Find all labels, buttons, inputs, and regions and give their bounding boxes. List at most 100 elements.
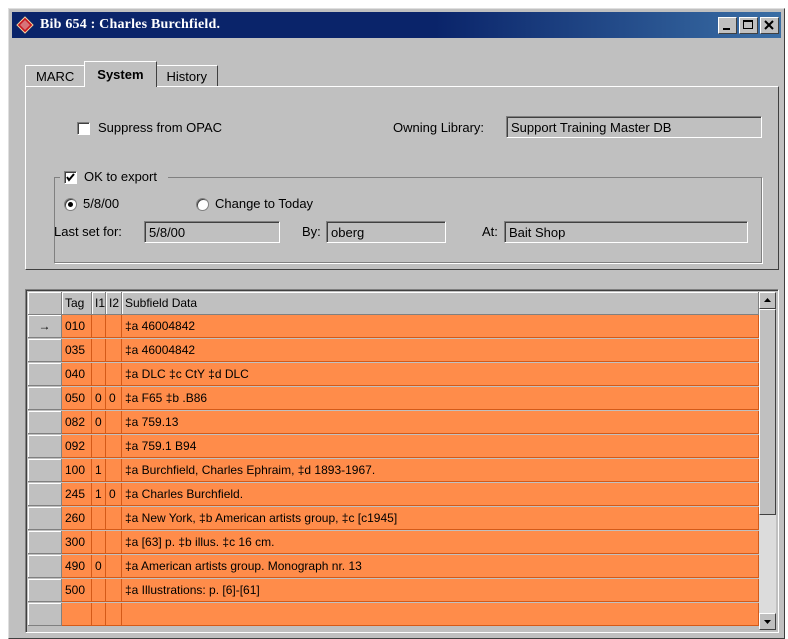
last-set-field[interactable]: 5/8/00 bbox=[144, 221, 280, 243]
title-bar[interactable]: Bib 654 : Charles Burchfield. bbox=[12, 12, 781, 38]
cell-i2[interactable] bbox=[106, 435, 122, 458]
row-indicator[interactable] bbox=[28, 483, 62, 506]
cell-subfield-data[interactable]: ‡a 46004842 bbox=[122, 339, 759, 362]
cell-tag[interactable]: 260 bbox=[62, 507, 92, 530]
cell-tag[interactable]: 082 bbox=[62, 411, 92, 434]
tab-history[interactable]: History bbox=[155, 65, 218, 87]
table-row[interactable]: → 010 ‡a 46004842 bbox=[28, 315, 759, 338]
cell-i1[interactable] bbox=[92, 339, 106, 362]
table-row[interactable]: 245 1 0 ‡a Charles Burchfield. bbox=[28, 483, 759, 506]
red-diamond-icon[interactable] bbox=[16, 16, 34, 34]
row-indicator[interactable] bbox=[28, 459, 62, 482]
cell-subfield-data[interactable]: ‡a 759.1 B94 bbox=[122, 435, 759, 458]
cell-i2[interactable] bbox=[106, 507, 122, 530]
scroll-down-button[interactable] bbox=[759, 613, 776, 630]
marc-grid[interactable]: Tag I1 I2 Subfield Data → 010 ‡a 46004842 0… bbox=[25, 289, 779, 633]
cell-subfield-data[interactable]: ‡a Charles Burchfield. bbox=[122, 483, 759, 506]
cell-tag[interactable]: 300 bbox=[62, 531, 92, 554]
cell-i1[interactable] bbox=[92, 579, 106, 602]
cell-i2[interactable] bbox=[106, 315, 122, 338]
grid-header-i2[interactable]: I2 bbox=[106, 292, 122, 315]
radio-date[interactable] bbox=[64, 198, 77, 211]
cell-i2[interactable] bbox=[106, 339, 122, 362]
scroll-thumb[interactable] bbox=[759, 309, 776, 515]
cell-subfield-data[interactable]: ‡a New York, ‡b American artists group, … bbox=[122, 507, 759, 530]
cell-i2[interactable] bbox=[106, 555, 122, 578]
cell-i1[interactable] bbox=[92, 603, 106, 626]
table-row[interactable]: 082 0 ‡a 759.13 bbox=[28, 411, 759, 434]
row-indicator[interactable] bbox=[28, 339, 62, 362]
table-row[interactable]: 100 1 ‡a Burchfield, Charles Ephraim, ‡d 1… bbox=[28, 459, 759, 482]
table-row[interactable]: 092 ‡a 759.1 B94 bbox=[28, 435, 759, 458]
cell-i2[interactable] bbox=[106, 579, 122, 602]
maximize-button[interactable] bbox=[739, 16, 758, 34]
cell-tag[interactable]: 490 bbox=[62, 555, 92, 578]
by-field[interactable]: oberg bbox=[326, 221, 446, 243]
cell-tag[interactable]: 035 bbox=[62, 339, 92, 362]
row-indicator[interactable] bbox=[28, 555, 62, 578]
cell-tag[interactable]: 010 bbox=[62, 315, 92, 338]
scroll-up-button[interactable] bbox=[759, 292, 776, 309]
cell-subfield-data[interactable]: ‡a Illustrations: p. [6]-[61] bbox=[122, 579, 759, 602]
row-indicator[interactable] bbox=[28, 531, 62, 554]
owning-library-field[interactable]: Support Training Master DB bbox=[506, 116, 762, 138]
table-row[interactable]: 260 ‡a New York, ‡b American artists grou… bbox=[28, 507, 759, 530]
cell-i2[interactable] bbox=[106, 603, 122, 626]
cell-subfield-data[interactable]: ‡a Burchfield, Charles Ephraim, ‡d 1893-… bbox=[122, 459, 759, 482]
cell-i2[interactable] bbox=[106, 411, 122, 434]
cell-i1[interactable]: 0 bbox=[92, 411, 106, 434]
cell-i2[interactable] bbox=[106, 363, 122, 386]
cell-i1[interactable]: 1 bbox=[92, 483, 106, 506]
row-indicator[interactable] bbox=[28, 507, 62, 530]
suppress-opac-checkbox[interactable] bbox=[77, 122, 90, 135]
grid-header-i1[interactable]: I1 bbox=[92, 292, 106, 315]
cell-i1[interactable]: 0 bbox=[92, 555, 106, 578]
table-row[interactable]: 490 0 ‡a American artists group. Monograph… bbox=[28, 555, 759, 578]
close-button[interactable] bbox=[760, 16, 779, 34]
row-indicator[interactable] bbox=[28, 579, 62, 602]
cell-i2[interactable] bbox=[106, 459, 122, 482]
cell-i1[interactable] bbox=[92, 435, 106, 458]
cell-tag[interactable]: 500 bbox=[62, 579, 92, 602]
cell-tag[interactable]: 050 bbox=[62, 387, 92, 410]
grid-scrollbar[interactable] bbox=[759, 292, 776, 630]
cell-i2[interactable] bbox=[106, 531, 122, 554]
row-indicator[interactable] bbox=[28, 435, 62, 458]
ok-to-export-checkbox[interactable] bbox=[64, 171, 77, 184]
cell-i1[interactable] bbox=[92, 507, 106, 530]
radio-change-to-today[interactable] bbox=[196, 198, 209, 211]
row-indicator[interactable] bbox=[28, 363, 62, 386]
table-row[interactable]: 300 ‡a [63] p. ‡b illus. ‡c 16 cm. bbox=[28, 531, 759, 554]
cell-tag[interactable]: 040 bbox=[62, 363, 92, 386]
cell-subfield-data[interactable] bbox=[122, 603, 759, 626]
tab-system[interactable]: System bbox=[84, 61, 157, 87]
cell-subfield-data[interactable]: ‡a [63] p. ‡b illus. ‡c 16 cm. bbox=[122, 531, 759, 554]
row-indicator[interactable] bbox=[28, 411, 62, 434]
cell-i2[interactable]: 0 bbox=[106, 387, 122, 410]
minimize-button[interactable] bbox=[718, 16, 737, 34]
cell-i1[interactable] bbox=[92, 315, 106, 338]
cell-subfield-data[interactable]: ‡a American artists group. Monograph nr.… bbox=[122, 555, 759, 578]
at-field[interactable]: Bait Shop bbox=[504, 221, 748, 243]
table-row[interactable] bbox=[28, 603, 759, 626]
table-row[interactable]: 035 ‡a 46004842 bbox=[28, 339, 759, 362]
cell-tag[interactable]: 100 bbox=[62, 459, 92, 482]
cell-i1[interactable] bbox=[92, 363, 106, 386]
cell-subfield-data[interactable]: ‡a 759.13 bbox=[122, 411, 759, 434]
row-indicator[interactable] bbox=[28, 603, 62, 626]
cell-subfield-data[interactable]: ‡a 46004842 bbox=[122, 315, 759, 338]
tab-marc[interactable]: MARC bbox=[25, 65, 86, 87]
cell-i1[interactable] bbox=[92, 531, 106, 554]
cell-tag[interactable]: 245 bbox=[62, 483, 92, 506]
cell-i1[interactable]: 0 bbox=[92, 387, 106, 410]
table-row[interactable]: 040 ‡a DLC ‡c CtY ‡d DLC bbox=[28, 363, 759, 386]
cell-i2[interactable]: 0 bbox=[106, 483, 122, 506]
row-indicator[interactable]: → bbox=[28, 315, 62, 338]
row-indicator[interactable] bbox=[28, 387, 62, 410]
cell-i1[interactable]: 1 bbox=[92, 459, 106, 482]
grid-header-subfield-data[interactable]: Subfield Data bbox=[122, 292, 759, 315]
cell-subfield-data[interactable]: ‡a F65 ‡b .B86 bbox=[122, 387, 759, 410]
cell-subfield-data[interactable]: ‡a DLC ‡c CtY ‡d DLC bbox=[122, 363, 759, 386]
table-row[interactable]: 050 0 0 ‡a F65 ‡b .B86 bbox=[28, 387, 759, 410]
grid-header-tag[interactable]: Tag bbox=[62, 292, 92, 315]
